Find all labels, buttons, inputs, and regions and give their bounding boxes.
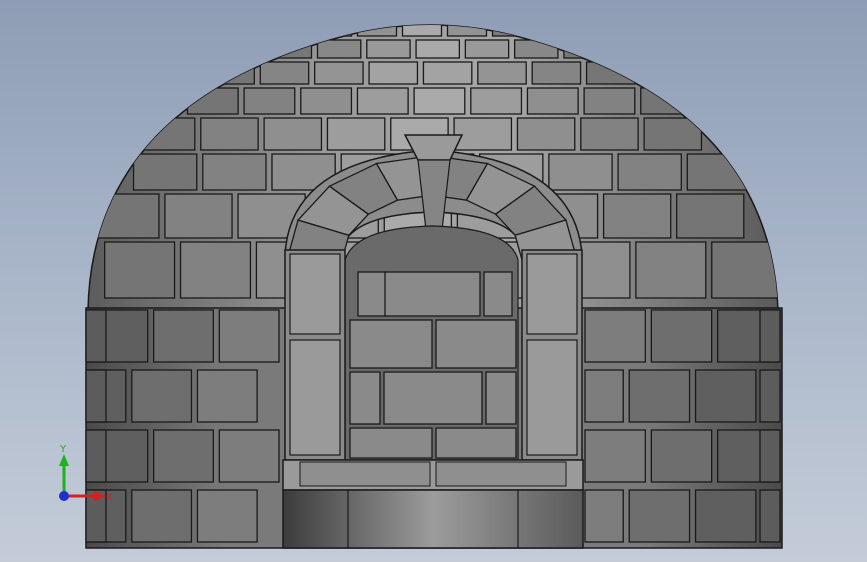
ice-block xyxy=(383,371,483,425)
ice-block xyxy=(491,25,533,37)
entrance-tunnel xyxy=(282,134,584,549)
ice-block xyxy=(584,309,646,363)
ice-block xyxy=(413,87,466,115)
ice-block xyxy=(583,87,636,115)
ice-block xyxy=(635,241,707,299)
ice-block xyxy=(131,489,193,543)
ice-block xyxy=(196,489,258,543)
ice-block xyxy=(531,61,582,85)
ice-block xyxy=(759,429,781,483)
ice-block xyxy=(584,429,646,483)
ice-block xyxy=(263,117,323,151)
ice-block xyxy=(759,489,781,543)
ice-block xyxy=(316,39,362,59)
ice-block xyxy=(580,117,639,151)
ice-block xyxy=(153,309,214,363)
ice-block xyxy=(267,39,313,59)
ice-block xyxy=(563,39,608,59)
ice-block xyxy=(153,429,214,483)
ice-block xyxy=(628,489,691,543)
ice-block xyxy=(326,117,386,151)
ice-block xyxy=(617,153,682,191)
ice-block xyxy=(366,39,411,59)
ice-block xyxy=(526,87,579,115)
ice-block xyxy=(650,429,713,483)
ice-block xyxy=(357,271,387,317)
igloo-model[interactable] xyxy=(0,0,867,562)
ice-block xyxy=(218,429,280,483)
y-axis-label: Y xyxy=(59,444,67,455)
ice-block xyxy=(686,153,752,191)
ice-block xyxy=(179,241,252,299)
ice-block xyxy=(401,25,443,37)
ice-block xyxy=(711,241,778,299)
ice-block xyxy=(311,25,353,37)
ice-block xyxy=(415,39,461,59)
ice-block xyxy=(446,25,488,37)
ice-block xyxy=(132,153,198,191)
ice-block xyxy=(628,369,691,423)
ice-block xyxy=(584,489,624,543)
ice-block xyxy=(548,153,613,191)
ice-block xyxy=(384,271,481,317)
ice-block xyxy=(759,369,781,423)
ice-block xyxy=(186,87,239,115)
ice-block xyxy=(453,117,513,151)
ice-block xyxy=(243,87,296,115)
orientation-triad: Y X xyxy=(59,444,113,503)
ice-block xyxy=(650,309,713,363)
ice-block xyxy=(694,489,757,543)
x-axis-label: X xyxy=(106,492,113,503)
ice-block xyxy=(259,61,310,85)
ice-block xyxy=(205,61,255,85)
ice-block xyxy=(85,369,107,423)
ice-block xyxy=(136,117,196,151)
ice-block xyxy=(676,193,745,239)
ice-block xyxy=(435,319,517,369)
ice-block xyxy=(470,87,523,115)
ice-block xyxy=(516,117,576,151)
ice-block xyxy=(103,241,176,299)
ice-block xyxy=(218,309,280,363)
ice-block xyxy=(513,39,559,59)
ice-block xyxy=(477,61,527,85)
ice-block xyxy=(584,369,624,423)
ice-block xyxy=(640,87,693,115)
ice-block xyxy=(314,61,364,85)
x-axis-arrow-icon xyxy=(94,491,106,501)
ice-block xyxy=(131,369,193,423)
ice-block xyxy=(202,153,267,191)
ice-block xyxy=(368,61,419,85)
ice-block xyxy=(300,87,353,115)
ice-block xyxy=(694,369,757,423)
graphics-viewport[interactable]: Y X xyxy=(0,0,867,562)
ice-block xyxy=(164,193,233,239)
ice-block xyxy=(483,271,513,317)
ice-block xyxy=(585,61,636,85)
ice-block xyxy=(602,193,672,239)
z-axis-dot-icon xyxy=(59,491,69,501)
ice-block xyxy=(349,371,381,425)
y-axis-arrow-icon xyxy=(59,454,69,466)
ice-block xyxy=(91,193,160,239)
ice-block xyxy=(349,427,433,459)
ice-block xyxy=(85,309,107,363)
ice-block xyxy=(356,87,409,115)
ice-block xyxy=(422,61,473,85)
ice-block xyxy=(464,39,510,59)
ice-block xyxy=(485,371,517,425)
ice-block xyxy=(200,117,259,151)
ice-block xyxy=(759,309,781,363)
ice-block xyxy=(196,369,258,423)
ice-block xyxy=(349,319,433,369)
ice-block xyxy=(435,427,517,459)
